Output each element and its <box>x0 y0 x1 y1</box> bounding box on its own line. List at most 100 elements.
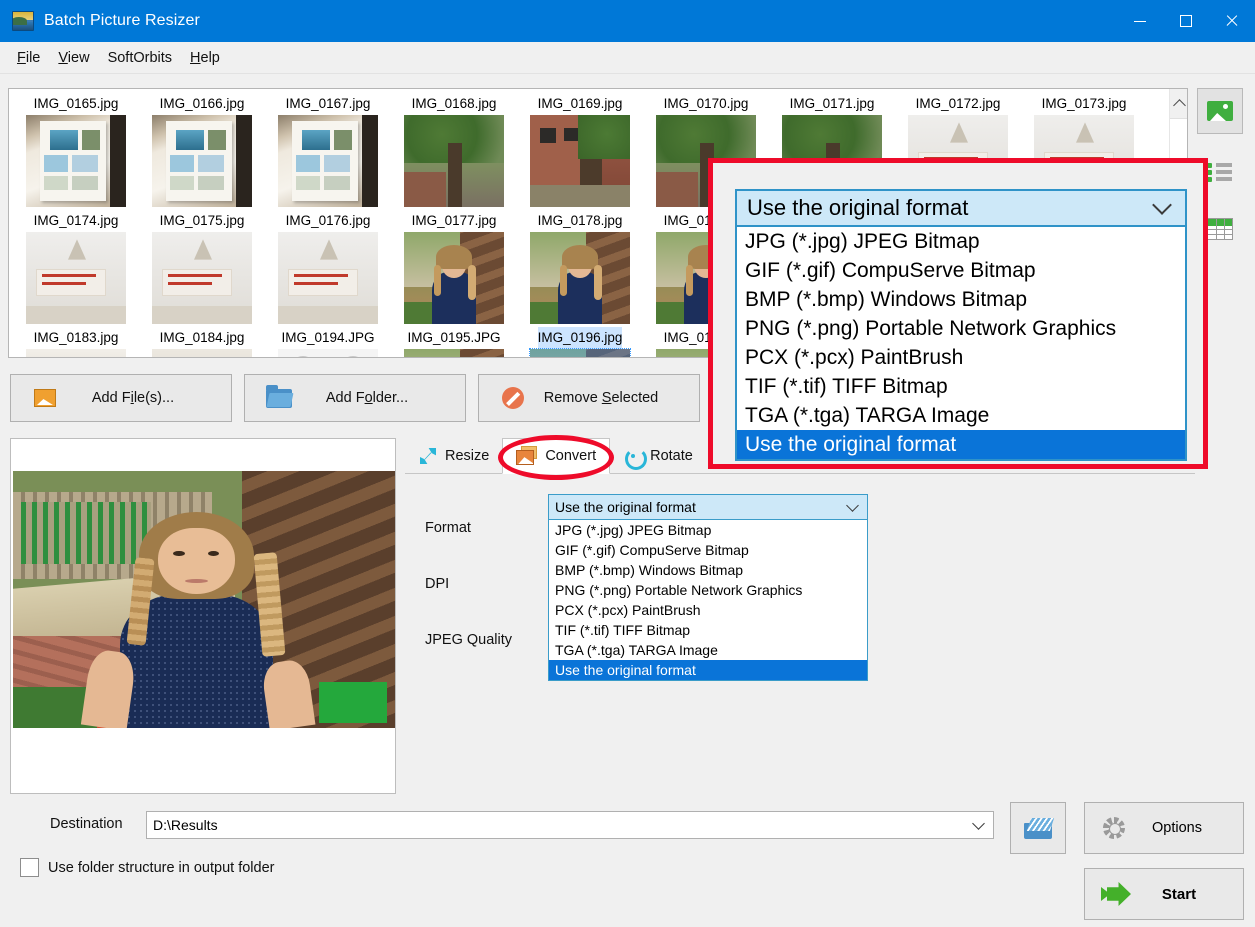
add-file-icon <box>34 389 56 407</box>
thumbnail-filename: IMG_0170.jpg <box>663 96 749 111</box>
maximize-icon <box>1180 15 1192 27</box>
chevron-up-icon <box>1172 98 1186 112</box>
format-combobox[interactable]: Use the original format JPG (*.jpg) JPEG… <box>548 494 868 681</box>
thumbnail-item[interactable]: IMG_0169.jpg <box>517 92 643 209</box>
thumbnail-filename: IMG_0176.jpg <box>285 213 371 228</box>
rotate-icon <box>623 446 648 470</box>
format-combobox-option[interactable]: TGA (*.tga) TARGA Image <box>549 640 867 660</box>
thumbnail-item[interactable]: IMG_0184.jpg <box>139 326 265 357</box>
start-label: Start <box>1161 885 1197 903</box>
browse-folder-button[interactable] <box>1010 802 1066 854</box>
thumbnail-item[interactable]: IMG_0175.jpg <box>139 209 265 326</box>
thumbnail-item[interactable]: IMG_0194.JPG <box>265 326 391 357</box>
thumbnail-item[interactable]: IMG_0196.jpg <box>517 326 643 357</box>
use-folder-structure-label: Use folder structure in output folder <box>48 859 275 876</box>
jpeg-quality-label: JPEG Quality <box>425 632 513 648</box>
thumbnail-item[interactable]: IMG_0177.jpg <box>391 209 517 326</box>
format-combobox-option[interactable]: BMP (*.bmp) Windows Bitmap <box>549 560 867 580</box>
thumbnail-item[interactable]: IMG_0183.jpg <box>13 326 139 357</box>
add-folder-button[interactable]: Add Folder... <box>244 374 466 422</box>
thumbnail-item[interactable]: IMG_0174.jpg <box>13 209 139 326</box>
options-button[interactable]: Options <box>1084 802 1244 854</box>
format-combobox-option[interactable]: PNG (*.png) Portable Network Graphics <box>549 580 867 600</box>
thumbnail-filename: IMG_0173.jpg <box>1041 96 1127 111</box>
callout-combobox-option[interactable]: TGA (*.tga) TARGA Image <box>737 401 1185 430</box>
resize-icon <box>418 446 438 466</box>
destination-label: Destination <box>50 816 123 832</box>
thumbnail-filename: IMG_0174.jpg <box>33 213 119 228</box>
use-folder-structure-row[interactable]: Use folder structure in output folder <box>20 858 274 877</box>
start-button[interactable]: Start <box>1084 868 1244 920</box>
maximize-button[interactable] <box>1163 0 1209 42</box>
menu-bar: File View SoftOrbits Help <box>0 42 1255 74</box>
close-icon <box>1225 14 1239 28</box>
callout-combobox-option[interactable]: BMP (*.bmp) Windows Bitmap <box>737 285 1185 314</box>
thumbnail-image <box>404 115 504 207</box>
callout-combobox-option[interactable]: Use the original format <box>737 430 1185 459</box>
format-combobox-list[interactable]: JPG (*.jpg) JPEG Bitmap GIF (*.gif) Compu… <box>548 520 868 681</box>
format-combobox-option[interactable]: PCX (*.pcx) PaintBrush <box>549 600 867 620</box>
destination-combobox[interactable]: D:\Results <box>146 811 994 839</box>
thumbnail-image <box>26 232 126 324</box>
thumbnail-filename: IMG_0171.jpg <box>789 96 875 111</box>
chevron-down-icon <box>1152 195 1172 215</box>
format-combobox-head[interactable]: Use the original format <box>548 494 868 520</box>
format-combobox-option[interactable]: TIF (*.tif) TIFF Bitmap <box>549 620 867 640</box>
add-files-button[interactable]: Add File(s)... <box>10 374 232 422</box>
tab-resize[interactable]: Resize <box>405 438 502 474</box>
thumbnail-item[interactable]: IMG_0165.jpg <box>13 92 139 209</box>
thumbnail-image <box>529 348 631 357</box>
minimize-button[interactable] <box>1117 0 1163 42</box>
thumbnail-image <box>26 115 126 207</box>
thumbnail-filename: IMG_0196.jpg <box>537 327 623 349</box>
view-mode-thumbnail[interactable] <box>1197 88 1243 134</box>
thumbnail-item[interactable]: IMG_0167.jpg <box>265 92 391 209</box>
remove-selected-label: Remove Selected <box>543 390 659 406</box>
tab-convert[interactable]: Convert <box>502 438 611 474</box>
remove-icon <box>502 387 524 409</box>
format-combobox-option[interactable]: Use the original format <box>549 660 867 680</box>
thumbnail-filename: IMG_0184.jpg <box>159 330 245 345</box>
tab-rotate-label: Rotate <box>650 448 693 464</box>
convert-icon <box>516 446 538 466</box>
use-folder-structure-checkbox[interactable] <box>20 858 39 877</box>
menu-file[interactable]: File <box>8 47 49 69</box>
thumbnail-item[interactable]: IMG_0168.jpg <box>391 92 517 209</box>
callout-combobox-option[interactable]: PNG (*.png) Portable Network Graphics <box>737 314 1185 343</box>
thumbnail-item[interactable]: IMG_0166.jpg <box>139 92 265 209</box>
tab-resize-label: Resize <box>445 448 490 464</box>
remove-selected-button[interactable]: Remove Selected <box>478 374 700 422</box>
callout-combobox-option[interactable]: PCX (*.pcx) PaintBrush <box>737 343 1185 372</box>
window-title: Batch Picture Resizer <box>44 12 200 29</box>
callout-combobox-option[interactable]: JPG (*.jpg) JPEG Bitmap <box>737 227 1185 256</box>
thumbnail-item[interactable]: IMG_0195.JPG <box>391 326 517 357</box>
thumbnail-item[interactable]: IMG_0176.jpg <box>265 209 391 326</box>
callout-combobox-option[interactable]: TIF (*.tif) TIFF Bitmap <box>737 372 1185 401</box>
format-dropdown-callout: Use the original format JPG (*.jpg) JPEG… <box>708 158 1208 469</box>
minimize-icon <box>1134 20 1146 22</box>
scroll-up-button[interactable] <box>1170 89 1187 119</box>
thumbnail-filename: IMG_0167.jpg <box>285 96 371 111</box>
tab-rotate[interactable]: Rotate <box>610 438 706 474</box>
format-combobox-option[interactable]: GIF (*.gif) CompuServe Bitmap <box>549 540 867 560</box>
callout-combobox-head[interactable]: Use the original format <box>735 189 1187 227</box>
options-label: Options <box>1152 820 1202 836</box>
chevron-down-icon <box>972 816 985 830</box>
destination-value: D:\Results <box>153 817 218 833</box>
format-combobox-option[interactable]: JPG (*.jpg) JPEG Bitmap <box>549 520 867 540</box>
thumbnail-filename: IMG_0169.jpg <box>537 96 623 111</box>
thumbnail-item[interactable]: IMG_0178.jpg <box>517 209 643 326</box>
application-window: Batch Picture Resizer File View SoftOrbi… <box>0 0 1255 927</box>
close-button[interactable] <box>1209 0 1255 42</box>
thumbnail-image <box>404 349 504 357</box>
menu-view[interactable]: View <box>49 47 98 69</box>
callout-combobox-list[interactable]: JPG (*.jpg) JPEG Bitmap GIF (*.gif) Compu… <box>735 227 1187 461</box>
menu-help[interactable]: Help <box>181 47 229 69</box>
format-combobox-value: Use the original format <box>555 499 696 515</box>
menu-softorbits[interactable]: SoftOrbits <box>99 47 181 69</box>
chevron-down-icon <box>846 498 859 512</box>
details-view-icon <box>1207 218 1233 240</box>
browse-folder-icon <box>1024 818 1052 839</box>
callout-combobox-value: Use the original format <box>747 195 969 220</box>
callout-combobox-option[interactable]: GIF (*.gif) CompuServe Bitmap <box>737 256 1185 285</box>
